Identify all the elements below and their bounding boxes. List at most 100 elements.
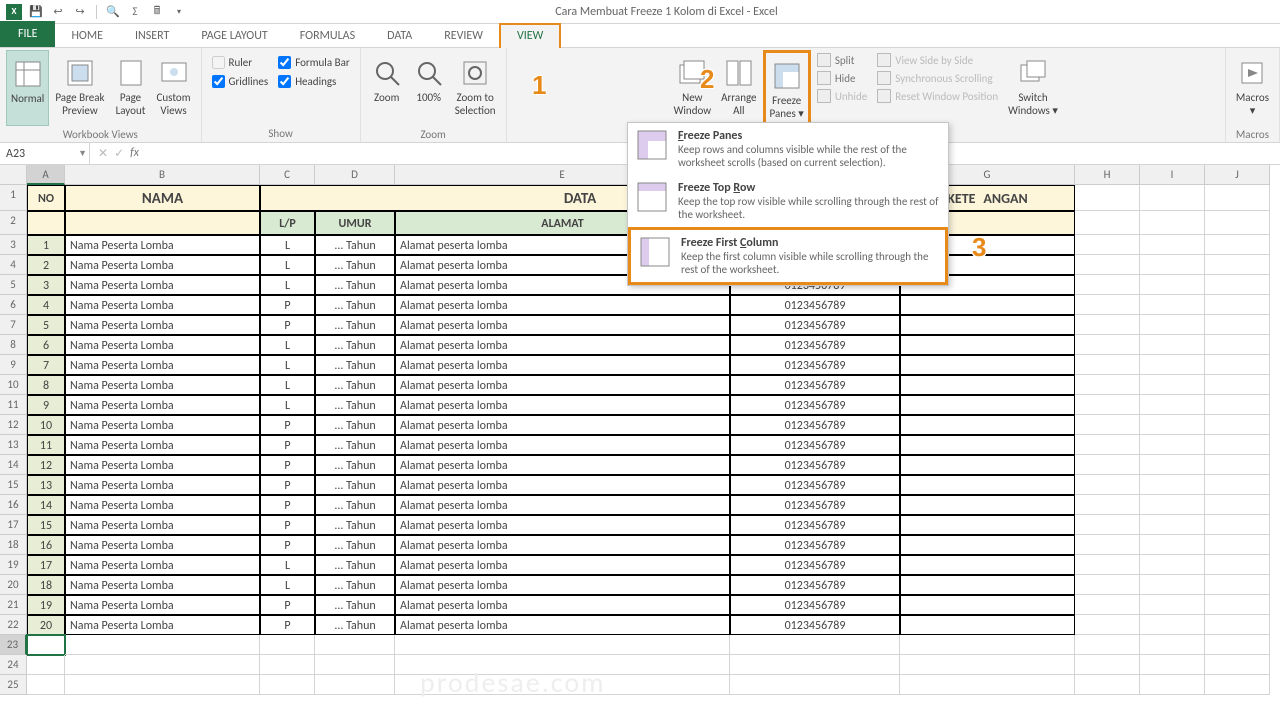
row-header[interactable]: 17 [0, 515, 27, 535]
row-header[interactable]: 18 [0, 535, 27, 555]
switch-windows-button[interactable]: Switch Windows ▾ [1004, 50, 1062, 126]
cell[interactable] [1075, 495, 1140, 515]
cell-umur[interactable]: ... Tahun [315, 255, 395, 275]
cell-telp[interactable]: 0123456789 [730, 535, 900, 555]
calculator-icon[interactable]: 🖩 [149, 4, 165, 20]
row-header[interactable]: 22 [0, 615, 27, 635]
cell[interactable] [1205, 435, 1270, 455]
cell-umur[interactable]: ... Tahun [315, 515, 395, 535]
cell[interactable] [1205, 415, 1270, 435]
cell-umur[interactable]: ... Tahun [315, 495, 395, 515]
row-header[interactable]: 23 [0, 635, 27, 655]
row-header[interactable]: 11 [0, 395, 27, 415]
cell[interactable] [1075, 675, 1140, 695]
cell[interactable] [1140, 475, 1205, 495]
tab-home[interactable]: HOME [55, 25, 119, 47]
cell-no[interactable]: 11 [27, 435, 65, 455]
col-header-A[interactable]: A [27, 165, 65, 185]
cell[interactable] [900, 635, 1075, 655]
gridlines-checkbox[interactable]: Gridlines [208, 73, 273, 90]
cell-ket[interactable] [900, 615, 1075, 635]
tab-review[interactable]: REVIEW [428, 25, 499, 47]
cell-alamat[interactable]: Alamat peserta lomba [395, 295, 730, 315]
cell[interactable] [1140, 275, 1205, 295]
cell-telp[interactable]: 0123456789 [730, 375, 900, 395]
col-header-B[interactable]: B [65, 165, 260, 185]
cell[interactable] [1075, 185, 1140, 211]
cell-telp[interactable]: 0123456789 [730, 555, 900, 575]
cell-alamat[interactable]: Alamat peserta lomba [395, 315, 730, 335]
split-button[interactable]: Split [813, 52, 871, 68]
cell-nama[interactable]: Nama Peserta Lomba [65, 435, 260, 455]
cell[interactable] [1140, 295, 1205, 315]
cell[interactable] [1205, 675, 1270, 695]
cell-no[interactable]: 7 [27, 355, 65, 375]
cell[interactable] [1205, 535, 1270, 555]
cell[interactable] [1075, 615, 1140, 635]
cell-ket[interactable] [900, 535, 1075, 555]
row-header[interactable]: 9 [0, 355, 27, 375]
cell-telp[interactable]: 0123456789 [730, 595, 900, 615]
cell-umur[interactable]: ... Tahun [315, 575, 395, 595]
name-box-dropdown-icon[interactable]: ▼ [78, 148, 87, 159]
cell[interactable] [1075, 415, 1140, 435]
cell[interactable] [1140, 355, 1205, 375]
cell[interactable] [1140, 555, 1205, 575]
row-header[interactable]: 1 [0, 185, 27, 211]
cell-no[interactable]: 16 [27, 535, 65, 555]
cell-alamat[interactable]: Alamat peserta lomba [395, 535, 730, 555]
cell-ket[interactable] [900, 355, 1075, 375]
cell-nama[interactable]: Nama Peserta Lomba [65, 455, 260, 475]
cell[interactable] [900, 655, 1075, 675]
cell-no[interactable]: 15 [27, 515, 65, 535]
cell-nama[interactable]: Nama Peserta Lomba [65, 255, 260, 275]
cell-lp[interactable]: L [260, 335, 315, 355]
cell-ket[interactable] [900, 375, 1075, 395]
cell-umur[interactable]: ... Tahun [315, 555, 395, 575]
cell-telp[interactable]: 0123456789 [730, 335, 900, 355]
enter-formula-icon[interactable]: ✓ [114, 146, 124, 161]
ruler-checkbox[interactable]: Ruler [208, 54, 273, 71]
cell[interactable] [1205, 575, 1270, 595]
cell-lp[interactable]: L [260, 255, 315, 275]
cell[interactable] [1205, 615, 1270, 635]
reset-window-position-button[interactable]: Reset Window Position [873, 88, 1002, 104]
cell[interactable] [1075, 555, 1140, 575]
cell[interactable] [1205, 395, 1270, 415]
macros-button[interactable]: Macros ▾ [1232, 50, 1273, 126]
row-header[interactable]: 20 [0, 575, 27, 595]
cancel-formula-icon[interactable]: ✕ [98, 146, 108, 161]
cell[interactable] [1140, 655, 1205, 675]
cell-umur[interactable]: ... Tahun [315, 315, 395, 335]
cell-lp[interactable]: P [260, 415, 315, 435]
cell-no[interactable]: 3 [27, 275, 65, 295]
col-header-H[interactable]: H [1075, 165, 1140, 185]
cell-lp[interactable]: L [260, 375, 315, 395]
cell-alamat[interactable]: Alamat peserta lomba [395, 395, 730, 415]
print-preview-icon[interactable]: 🔍 [105, 4, 121, 20]
cell-no[interactable]: 8 [27, 375, 65, 395]
cell-alamat[interactable]: Alamat peserta lomba [395, 335, 730, 355]
cell-nama[interactable]: Nama Peserta Lomba [65, 555, 260, 575]
cell[interactable] [1205, 255, 1270, 275]
cell-umur[interactable]: ... Tahun [315, 535, 395, 555]
arrange-all-button[interactable]: Arrange All [717, 50, 760, 126]
autosum-icon[interactable]: Σ [127, 4, 143, 20]
cell[interactable] [1140, 455, 1205, 475]
row-header[interactable]: 2 [0, 211, 27, 235]
cell[interactable] [1140, 335, 1205, 355]
cell-telp[interactable]: 0123456789 [730, 575, 900, 595]
cell-alamat[interactable]: Alamat peserta lomba [395, 595, 730, 615]
cell-ket[interactable] [900, 555, 1075, 575]
cell-lp[interactable]: L [260, 355, 315, 375]
cell-lp[interactable]: P [260, 435, 315, 455]
cell[interactable] [1075, 655, 1140, 675]
cell[interactable] [1075, 375, 1140, 395]
cell-alamat[interactable]: Alamat peserta lomba [395, 515, 730, 535]
cell[interactable] [1205, 555, 1270, 575]
cell[interactable] [1140, 375, 1205, 395]
tab-file[interactable]: FILE [0, 21, 55, 47]
cell[interactable] [730, 635, 900, 655]
cell-no[interactable]: 9 [27, 395, 65, 415]
cell-nama[interactable]: Nama Peserta Lomba [65, 575, 260, 595]
